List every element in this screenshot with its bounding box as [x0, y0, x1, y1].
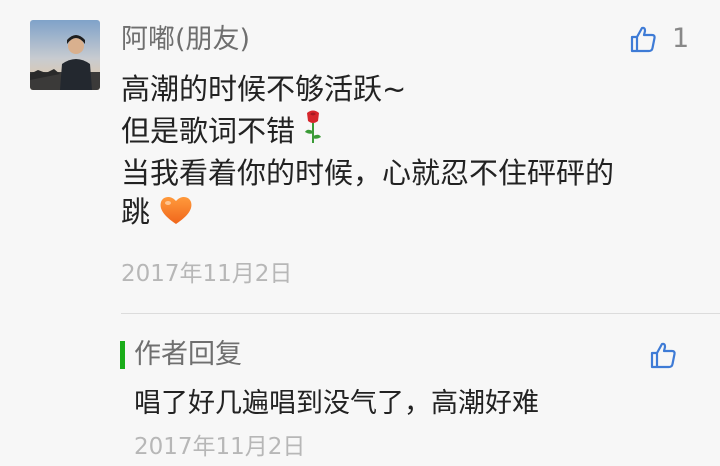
author-reply-label: 作者回复 [134, 339, 242, 370]
comment-line-with-emoji: 但是歌词不错 [121, 109, 681, 155]
comment-line: 高潮的时候不够活跃~ [121, 72, 407, 106]
commenter-name[interactable]: 阿嘟(朋友) [121, 22, 250, 58]
comment-date: 2017年11月2日 [121, 261, 293, 287]
thumbs-up-icon [630, 26, 656, 53]
rose-icon [303, 109, 323, 155]
reply-like-button[interactable] [648, 340, 678, 370]
reply-accent-bar [120, 341, 125, 369]
divider [121, 313, 720, 314]
comment-line-text: 但是歌词不错 [121, 113, 296, 148]
comment-content: 高潮的时候不够活跃~ 但是歌词不错 当我看着你的时候，心就忍不住砰砰的 跳 [121, 70, 681, 235]
reply-content: 唱了好几遍唱到没气了，高潮好难 [134, 388, 539, 419]
avatar[interactable] [30, 20, 100, 90]
like-button[interactable]: 1 [628, 21, 689, 57]
thumbs-up-icon [650, 342, 676, 369]
comment-line-text: 跳 [121, 194, 151, 229]
comment-line: 当我看着你的时候，心就忍不住砰砰的 [121, 156, 615, 190]
comment-line-with-emoji: 跳 [121, 193, 681, 236]
like-count: 1 [672, 23, 690, 54]
reply-date: 2017年11月2日 [134, 434, 306, 460]
avatar-photo [30, 20, 100, 90]
orange-heart-icon [158, 194, 194, 236]
